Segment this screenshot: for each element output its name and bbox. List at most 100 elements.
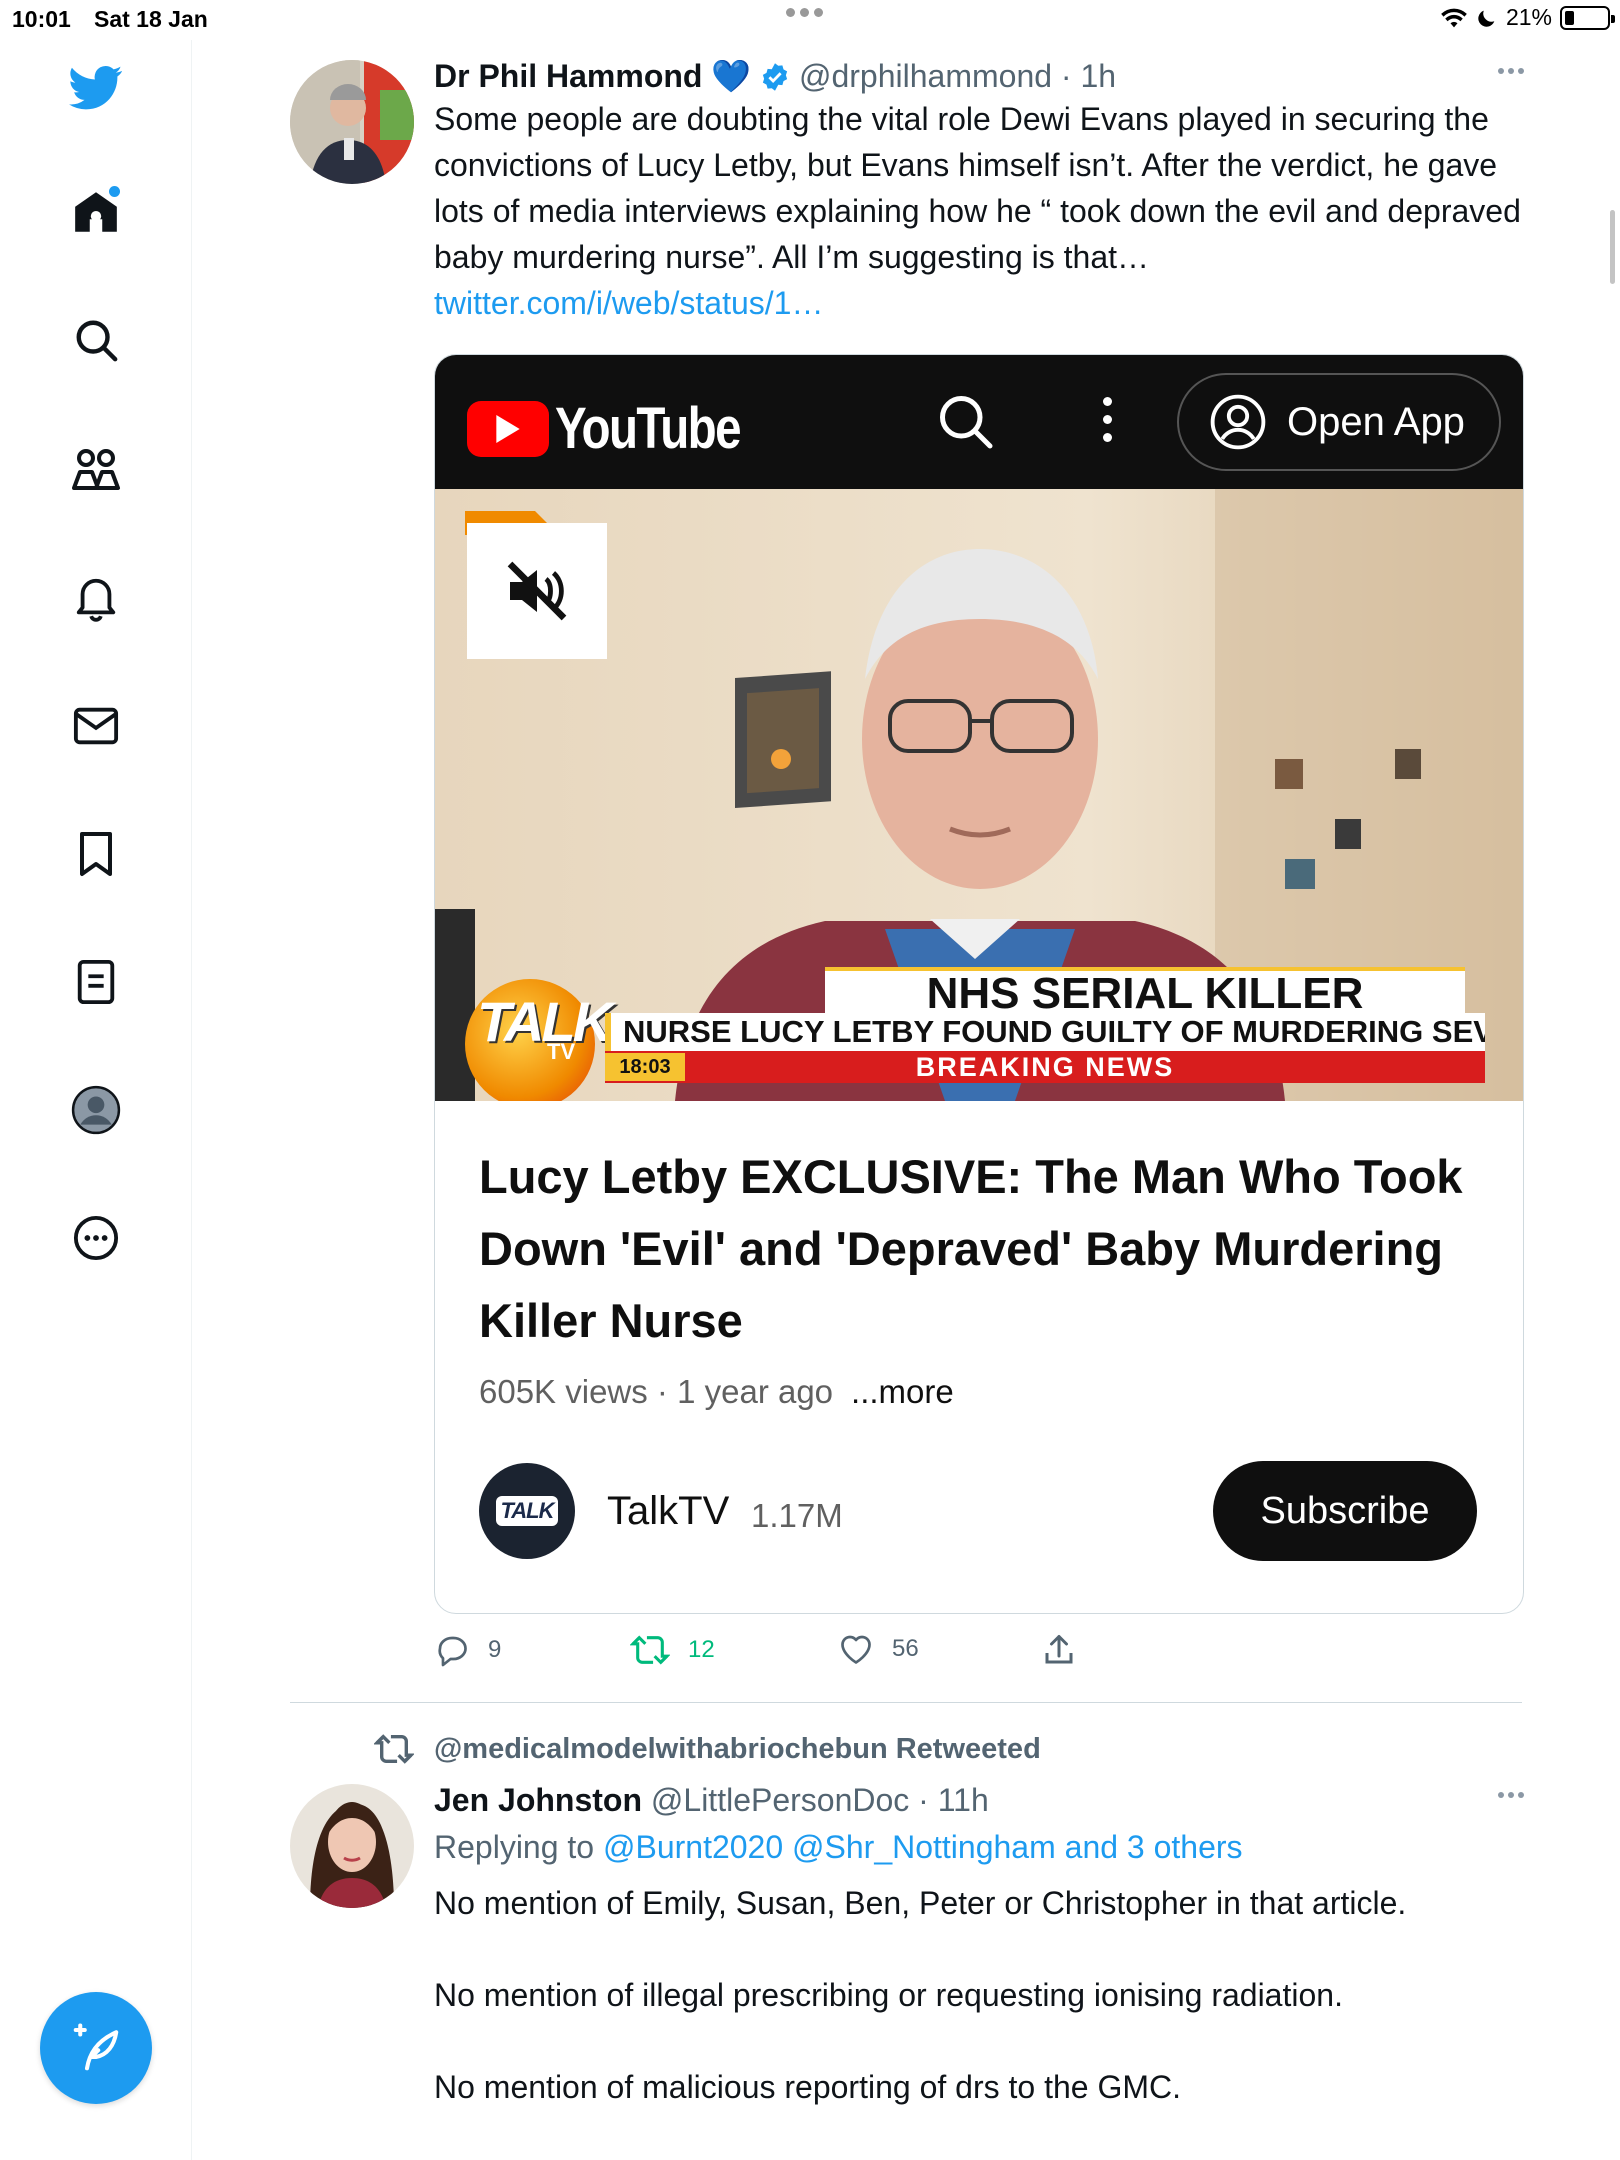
youtube-header: YouTube Open App	[435, 355, 1523, 489]
bell-icon	[76, 578, 116, 622]
twitter-bird-icon[interactable]	[66, 58, 126, 118]
talktv-logo-text: TALK	[477, 990, 613, 1053]
news-headline: NHS SERIAL KILLER	[825, 967, 1465, 1017]
replying-prefix: Replying to	[434, 1829, 603, 1865]
header-separator: ·	[909, 1782, 938, 1818]
news-lower-third: TALK TV NHS SERIAL KILLER NURSE LUCY LET…	[435, 959, 1523, 1101]
broadcast-clock: 18:03	[605, 1053, 685, 1081]
search-icon	[76, 320, 118, 362]
status-bar: 10:01 Sat 18 Jan 21%	[0, 0, 1620, 40]
like-button[interactable]: 56	[838, 1632, 919, 1666]
tweet-text-body: Some people are doubting the vital role …	[434, 101, 1521, 275]
reply-button[interactable]: 9	[434, 1632, 501, 1668]
meta-separator: ·	[647, 1373, 678, 1410]
author-name[interactable]: Dr Phil Hammond	[434, 58, 702, 94]
tweet-actions: 9 12 56	[434, 1632, 1134, 1672]
unmute-button[interactable]	[467, 523, 607, 659]
reply-count: 9	[488, 1636, 502, 1663]
sidebar-item-more[interactable]	[66, 1208, 126, 1268]
compose-button[interactable]	[40, 1992, 152, 2104]
replying-to: Replying to @Burnt2020 @Shr_Nottingham a…	[434, 1824, 1524, 1870]
breaking-news-ticker: BREAKING NEWS	[605, 1051, 1485, 1083]
battery-icon	[1560, 5, 1615, 30]
sidebar-item-profile[interactable]	[66, 1080, 126, 1140]
author-name[interactable]: Jen Johnston	[434, 1782, 642, 1818]
avatar[interactable]	[290, 1784, 414, 1908]
heart-emoji: 💙	[711, 58, 752, 94]
tweet-link[interactable]: twitter.com/i/web/status/1…	[434, 285, 823, 321]
heart-icon	[841, 1635, 871, 1664]
open-app-button[interactable]: Open App	[1177, 373, 1501, 471]
sidebar-nav	[0, 40, 192, 2160]
search-icon[interactable]	[935, 391, 995, 451]
sidebar-item-explore[interactable]	[66, 310, 126, 370]
replying-to-links[interactable]: @Burnt2020 @Shr_Nottingham and 3 others	[603, 1829, 1243, 1865]
share-icon	[1045, 1635, 1073, 1664]
video-title[interactable]: Lucy Letby EXCLUSIVE: The Man Who Took D…	[479, 1141, 1479, 1357]
avatar[interactable]	[290, 60, 414, 184]
tweet-text: No mention of Emily, Susan, Ben, Peter o…	[434, 1880, 1524, 2110]
communities-icon	[72, 449, 120, 490]
author-photo	[290, 1784, 414, 1908]
subscribe-button[interactable]: Subscribe	[1213, 1461, 1477, 1561]
retweet-icon	[630, 1635, 670, 1665]
tweet-2-content[interactable]: Jen Johnston @LittlePersonDoc · 11h Repl…	[434, 1780, 1524, 2110]
channel-subscribers: 1.17M	[751, 1497, 843, 1534]
tweet-paragraph: No mention of illegal prescribing or req…	[434, 1977, 1343, 2013]
retweet-context[interactable]: @medicalmodelwithabriochebun Retweeted	[374, 1732, 1041, 1766]
youtube-play-icon	[467, 400, 549, 457]
compose-icon	[73, 2023, 119, 2071]
tweet-more-button[interactable]	[1498, 68, 1524, 74]
sidebar-item-home[interactable]	[66, 182, 126, 242]
sidebar-item-lists[interactable]	[66, 952, 126, 1012]
tweet-paragraph: No mention of malicious reporting of drs…	[434, 2069, 1181, 2105]
sidebar-item-messages[interactable]	[66, 696, 126, 756]
tweet-1-content[interactable]: Dr Phil Hammond 💙 @drphilhammond · 1h So…	[434, 56, 1524, 326]
status-indicators: 21%	[1440, 4, 1615, 31]
like-count: 56	[892, 1635, 919, 1662]
sidebar-item-communities[interactable]	[66, 440, 126, 500]
description-more-link[interactable]: ...more	[851, 1373, 954, 1410]
talktv-logo-sub: TV	[547, 1039, 576, 1064]
profile-icon	[71, 1085, 121, 1135]
tweet-more-button[interactable]	[1498, 1792, 1524, 1798]
battery-percent: 21%	[1505, 4, 1552, 30]
tweet-time[interactable]: 11h	[938, 1782, 989, 1818]
tweet-paragraph: No mention of Emily, Susan, Ben, Peter o…	[434, 1885, 1407, 1921]
retweeted-by-label: @medicalmodelwithabriochebun Retweeted	[434, 1732, 1041, 1765]
tweet-header: Dr Phil Hammond 💙 @drphilhammond · 1h	[434, 56, 1524, 96]
video-thumbnail[interactable]: TALK TV NHS SERIAL KILLER NURSE LUCY LET…	[435, 489, 1523, 1101]
tweet-time[interactable]: 1h	[1080, 58, 1116, 94]
share-button[interactable]	[1042, 1632, 1076, 1668]
author-photo	[290, 60, 414, 184]
sidebar-item-bookmarks[interactable]	[66, 824, 126, 884]
wifi-icon	[1441, 8, 1467, 27]
notification-dot	[109, 186, 120, 197]
channel-avatar[interactable]: TALK	[479, 1463, 575, 1559]
tweet-header: Jen Johnston @LittlePersonDoc · 11h	[434, 1780, 1524, 1820]
video-views: 605K views	[479, 1373, 648, 1410]
author-handle[interactable]: @LittlePersonDoc	[651, 1782, 909, 1818]
reply-icon	[438, 1636, 467, 1667]
youtube-logo[interactable]: YouTube	[467, 395, 780, 462]
multitasking-dots[interactable]	[786, 8, 823, 17]
retweet-button[interactable]: 12	[630, 1632, 715, 1668]
header-separator: ·	[1052, 58, 1081, 94]
author-handle[interactable]: @drphilhammond	[799, 58, 1052, 94]
status-date: Sat 18 Jan	[94, 6, 208, 32]
moon-icon	[1478, 10, 1495, 27]
verified-badge-icon	[762, 63, 788, 91]
channel-name[interactable]: TalkTV	[607, 1489, 729, 1534]
tweet-divider	[290, 1702, 1522, 1703]
open-app-label: Open App	[1287, 399, 1465, 444]
sidebar-item-notifications[interactable]	[66, 568, 126, 628]
lists-icon	[77, 959, 115, 1005]
scroll-indicator[interactable]	[1610, 210, 1615, 284]
retweet-icon	[374, 1734, 414, 1764]
news-subheadline: NURSE LUCY LETBY FOUND GUILTY OF MURDERI…	[605, 1013, 1485, 1051]
retweet-count: 12	[688, 1636, 715, 1663]
kebab-menu-icon[interactable]	[1103, 397, 1112, 442]
youtube-link-card[interactable]: YouTube Open App TALK TV NHS SERIAL KILL…	[434, 354, 1524, 1614]
video-age: 1 year ago	[677, 1373, 834, 1410]
more-icon	[73, 1215, 119, 1261]
